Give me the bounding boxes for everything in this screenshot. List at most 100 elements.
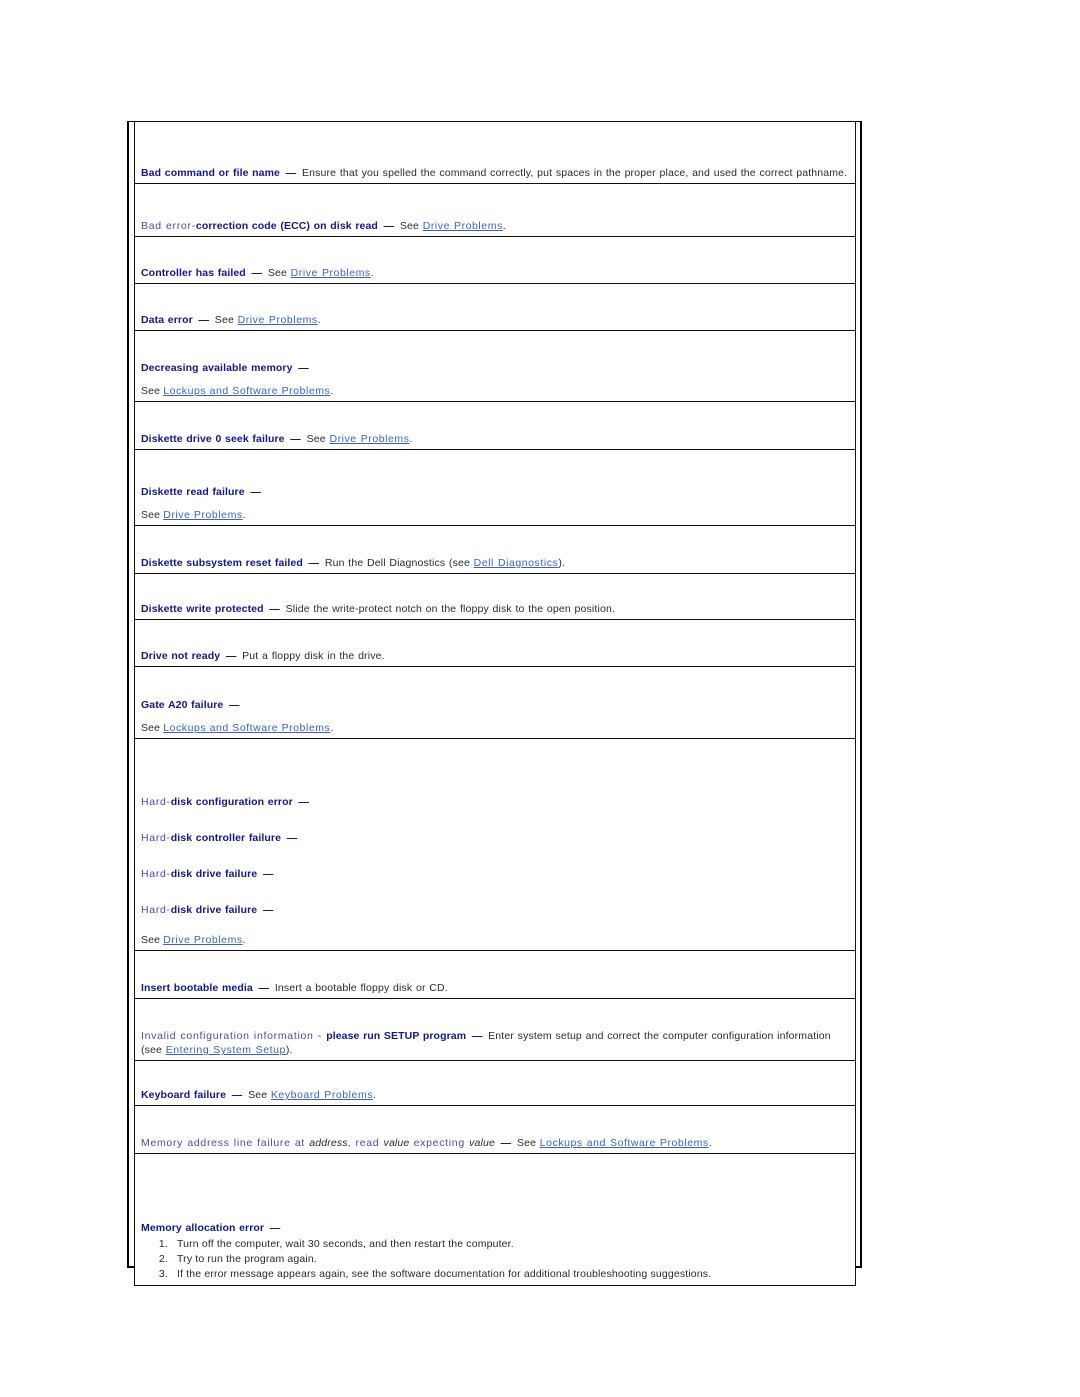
em-dash: — [247, 267, 266, 279]
error-message-line: Bad command or file name — Ensure that y… [141, 166, 849, 180]
error-message-line: Invalid configuration information - plea… [141, 1029, 849, 1057]
body-text-suffix: . [502, 220, 506, 232]
em-dash: — [194, 314, 213, 326]
error-term-line: Hard-disk drive failure — [141, 903, 849, 917]
table-row: Memory address line failure at address, … [134, 1105, 856, 1154]
link-dell-diagnostics[interactable]: Dell Diagnostics [474, 557, 559, 569]
link-drive-problems[interactable]: Drive Problems [329, 433, 409, 445]
link-lockups-and-software-problems[interactable]: Lockups and Software Problems [163, 385, 330, 397]
link-lockups-and-software-problems[interactable]: Lockups and Software Problems [540, 1137, 709, 1149]
error-term-text: , read [347, 1137, 384, 1149]
body-text: See [399, 220, 423, 232]
message-cell-diskette-drive-0-seek-failure: Diskette drive 0 seek failure — See Driv… [134, 401, 856, 450]
error-term: Diskette subsystem reset failed [141, 557, 303, 569]
table-row: Controller has failed — See Drive Proble… [134, 236, 856, 284]
body-text: See [267, 267, 291, 279]
error-term: Gate A20 failure [141, 699, 224, 711]
see-reference-line: See Lockups and Software Problems. [141, 384, 849, 398]
message-cell-bad-command-or-file-name: Bad command or file name — Ensure that y… [134, 121, 856, 184]
link-drive-problems[interactable]: Drive Problems [423, 220, 503, 232]
error-message-line: Diskette read failure — [141, 485, 849, 499]
error-term-text: expecting [409, 1137, 470, 1149]
error-term: disk drive failure [170, 868, 258, 880]
message-cell-invalid-configuration-information: Invalid configuration information - plea… [134, 998, 856, 1061]
em-dash: — [379, 220, 398, 232]
placeholder-token: value [383, 1137, 410, 1149]
em-dash: — [282, 167, 300, 179]
body-text: Ensure that you spelled the command corr… [302, 167, 848, 179]
link-lockups-and-software-problems[interactable]: Lockups and Software Problems [163, 722, 330, 734]
body-text-suffix: ). [558, 557, 566, 569]
error-message-line: Decreasing available memory — [141, 361, 849, 375]
error-term-prefix: Invalid configuration information - [141, 1030, 327, 1042]
em-dash: — [294, 796, 310, 808]
link-keyboard-problems[interactable]: Keyboard Problems [271, 1089, 373, 1101]
table-row: Gate A20 failure — See Lockups and Softw… [134, 666, 856, 739]
error-term-prefix: Hard- [141, 832, 171, 844]
body-text-suffix: . [317, 314, 321, 326]
table-row: Invalid configuration information - plea… [134, 998, 856, 1061]
em-dash: — [468, 1030, 487, 1042]
error-term-prefix: Bad error- [141, 220, 196, 232]
error-term: correction code (ECC) on disk read [195, 220, 378, 232]
error-term-prefix: Hard- [141, 904, 171, 916]
table-row: Bad error-correction code (ECC) on disk … [134, 183, 856, 237]
message-cell-diskette-write-protected: Diskette write protected — Slide the wri… [134, 573, 856, 620]
em-dash: — [254, 982, 273, 994]
link-drive-problems[interactable]: Drive Problems [291, 267, 371, 279]
table-row: Diskette write protected — Slide the wri… [134, 573, 856, 620]
error-message-line: Drive not ready — Put a floppy disk in t… [141, 649, 849, 663]
em-dash: — [265, 603, 284, 615]
em-dash: — [304, 557, 323, 569]
table-row: Diskette read failure — See Drive Proble… [134, 449, 856, 526]
error-message-line: Bad error-correction code (ECC) on disk … [141, 219, 849, 233]
link-drive-problems[interactable]: Drive Problems [238, 314, 318, 326]
body-text-suffix: . [370, 267, 374, 279]
link-drive-problems[interactable]: Drive Problems [163, 934, 242, 946]
troubleshooting-steps-list: Turn off the computer, wait 30 seconds, … [141, 1237, 849, 1282]
error-term: Diskette write protected [141, 603, 264, 615]
em-dash: — [222, 650, 241, 662]
body-text: Run the Dell Diagnostics (see [324, 557, 474, 569]
message-cell-hard-disk-group: Hard-disk configuration error — Hard-disk… [134, 738, 856, 951]
error-term-line: Hard-disk drive failure — [141, 867, 849, 903]
error-term: Memory allocation error [141, 1222, 265, 1234]
see-reference-line: See Drive Problems. [141, 933, 849, 947]
see-reference-line: See Lockups and Software Problems. [141, 721, 849, 735]
table-row: Data error — See Drive Problems. [134, 283, 856, 331]
em-dash: — [259, 868, 274, 880]
table-row: Memory allocation error — Turn off the c… [134, 1153, 856, 1286]
body-text-suffix: . [373, 1089, 377, 1101]
error-term-line: Hard-disk controller failure — [141, 831, 849, 867]
list-item: Try to run the program again. [171, 1252, 849, 1267]
error-message-line: Controller has failed — See Drive Proble… [141, 266, 849, 280]
error-message-line: Diskette write protected — Slide the wri… [141, 602, 849, 616]
table-row: Hard-disk configuration error — Hard-disk… [134, 738, 856, 951]
error-message-line: Memory allocation error — [141, 1221, 849, 1235]
see-suffix: . [242, 509, 246, 521]
see-prefix: See [141, 934, 164, 946]
error-message-line: Gate A20 failure — [141, 698, 849, 712]
error-term: please run SETUP program [326, 1030, 467, 1042]
em-dash: — [259, 904, 274, 916]
error-term: Diskette drive 0 seek failure [141, 433, 285, 445]
error-term: Decreasing available memory [141, 362, 293, 374]
message-cell-memory-address-line-failure: Memory address line failure at address, … [134, 1105, 856, 1154]
table-row: Decreasing available memory — See Lockup… [134, 330, 856, 402]
error-message-line: Memory address line failure at address, … [141, 1136, 849, 1150]
error-term: Data error [141, 314, 193, 326]
error-term: Insert bootable media [141, 982, 253, 994]
see-suffix: . [330, 385, 334, 397]
link-entering-system-setup[interactable]: Entering System Setup [166, 1044, 286, 1056]
error-message-line: Insert bootable media — Insert a bootabl… [141, 981, 849, 995]
table-row: Diskette subsystem reset failed — Run th… [134, 525, 856, 574]
list-item: If the error message appears again, see … [171, 1267, 849, 1282]
see-reference-line: See Drive Problems. [141, 508, 849, 522]
message-cell-memory-allocation-error: Memory allocation error — Turn off the c… [134, 1153, 856, 1286]
link-drive-problems[interactable]: Drive Problems [163, 509, 242, 521]
table-row: Diskette drive 0 seek failure — See Driv… [134, 401, 856, 450]
error-term: Keyboard failure [141, 1089, 227, 1101]
em-dash: — [266, 1222, 281, 1234]
error-term-text: Memory address line failure at [141, 1137, 310, 1149]
em-dash: — [228, 1089, 247, 1101]
